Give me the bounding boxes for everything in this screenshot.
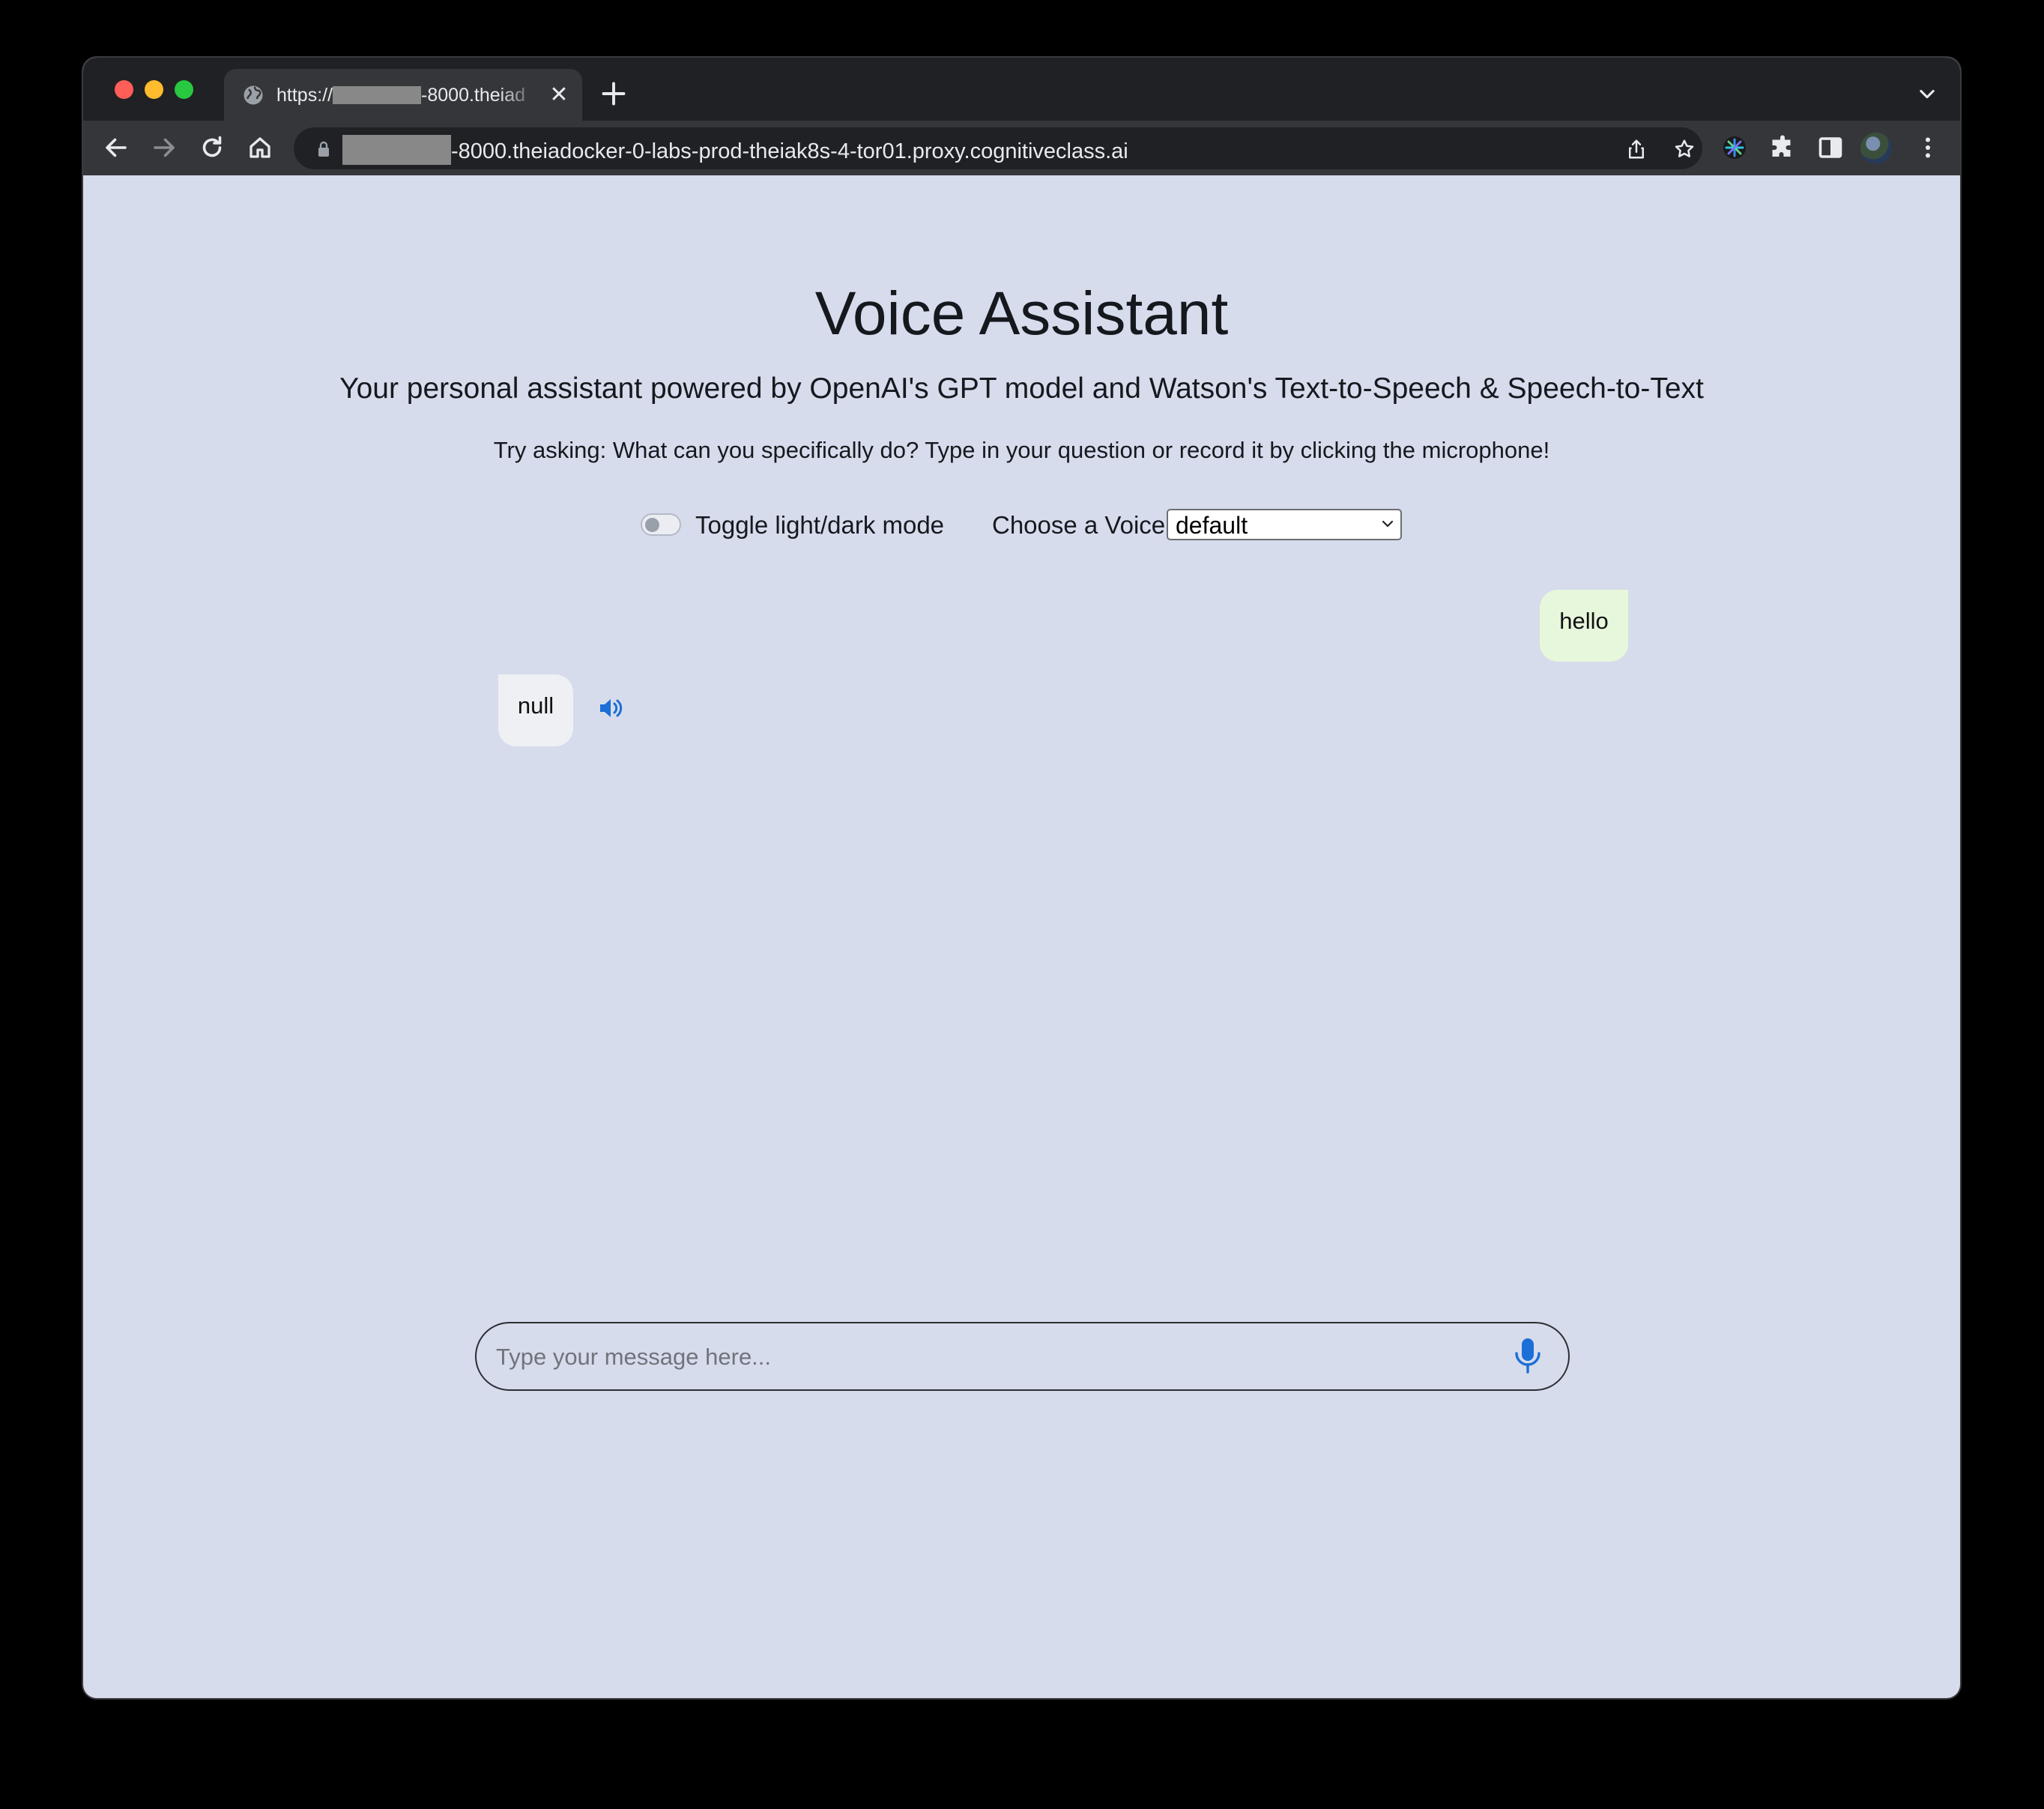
voice-select[interactable]: default [1167, 509, 1402, 540]
globe-icon [244, 85, 263, 105]
home-icon[interactable] [247, 134, 273, 161]
reload-icon[interactable] [199, 134, 226, 161]
controls-row: Toggle light/dark mode Choose a Voice de… [83, 507, 1960, 548]
address-bar[interactable]: -8000.theiadocker-0-labs-prod-theiak8s-4… [294, 127, 1702, 169]
share-icon[interactable] [1625, 138, 1648, 160]
page-subtitle: Your personal assistant powered by OpenA… [339, 372, 1704, 405]
toggle-knob [645, 518, 659, 532]
forward-icon[interactable] [151, 134, 178, 161]
tab-strip: https:// -8000.theiad ✕ [83, 58, 1960, 121]
redacted-block [342, 135, 451, 165]
tab-close-icon[interactable]: ✕ [548, 84, 570, 106]
message-input-bar [475, 1322, 1570, 1391]
side-panel-icon[interactable] [1817, 134, 1844, 161]
browser-window: https://-8000.theiad ✕ -8000.theiadocker… [83, 58, 1960, 1698]
theme-toggle-switch[interactable] [641, 513, 681, 536]
minimize-window-button[interactable] [145, 80, 163, 99]
maximize-window-button[interactable] [175, 80, 193, 99]
voice-select-value: default [1176, 512, 1248, 539]
extension-icon[interactable] [1721, 134, 1748, 161]
tab-title: https:// -8000.theiad [276, 82, 539, 108]
chevron-down-icon [1382, 520, 1394, 528]
page-hint: Try asking: What can you specifically do… [493, 437, 1550, 463]
url-suffix: -8000.theiadocker-0-labs-prod-theiak8s-4… [451, 139, 1128, 163]
redacted-block [333, 86, 422, 104]
voice-select-label: Choose a Voice [992, 511, 1166, 539]
puzzle-icon[interactable] [1769, 134, 1796, 161]
menu-icon[interactable] [1914, 134, 1941, 161]
star-icon[interactable] [1673, 138, 1696, 160]
theme-toggle-label: Toggle light/dark mode [695, 511, 945, 539]
microphone-icon[interactable] [1513, 1337, 1543, 1376]
lock-icon[interactable] [316, 140, 331, 158]
url-text: -8000.theiadocker-0-labs-prod-theiak8s-4… [342, 135, 1128, 165]
assistant-message-bubble: null [498, 674, 573, 746]
message-input[interactable] [495, 1335, 1472, 1379]
browser-tab[interactable]: https:// -8000.theiad ✕ [224, 69, 582, 121]
speaker-icon[interactable] [597, 695, 626, 722]
tab-title-suffix: -8000.theiad [421, 85, 526, 106]
page-content: Voice Assistant Your personal assistant … [83, 175, 1960, 1698]
tab-title-prefix: https:// [276, 85, 333, 106]
user-message-bubble: hello [1540, 590, 1628, 662]
back-icon[interactable] [103, 134, 130, 161]
close-window-button[interactable] [115, 80, 133, 99]
avatar[interactable] [1860, 133, 1892, 164]
browser-toolbar: -8000.theiadocker-0-labs-prod-theiak8s-4… [83, 121, 1960, 175]
new-tab-icon[interactable] [600, 80, 627, 107]
chevron-down-icon[interactable] [1917, 83, 1938, 104]
page-title: Voice Assistant [814, 280, 1229, 348]
